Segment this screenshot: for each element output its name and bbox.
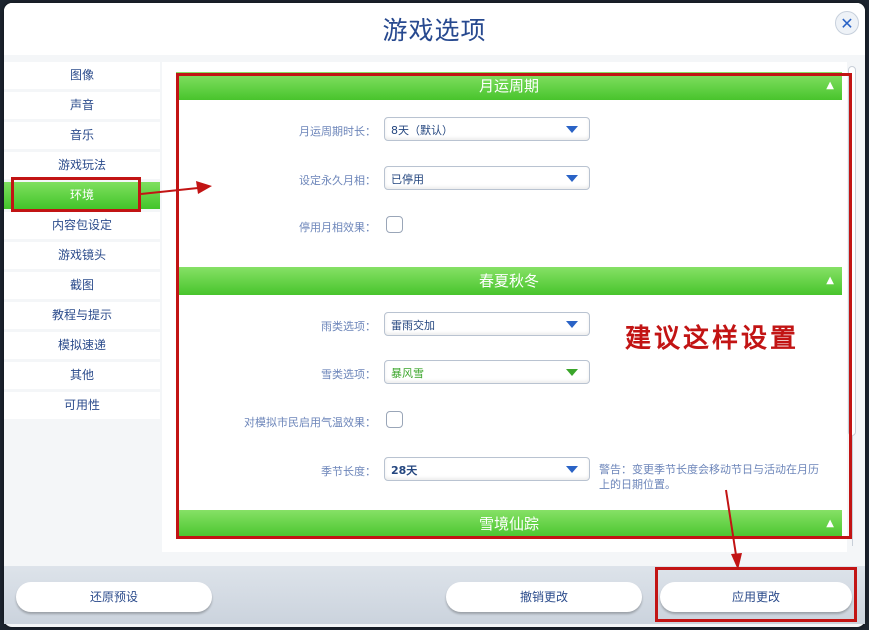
arrow-line-to-apply xyxy=(725,489,737,556)
arrow-line-to-settings xyxy=(140,187,199,195)
arrow-head-to-settings xyxy=(196,181,212,194)
annotation-arrows xyxy=(140,181,742,570)
arrow-head-to-apply xyxy=(731,553,742,570)
